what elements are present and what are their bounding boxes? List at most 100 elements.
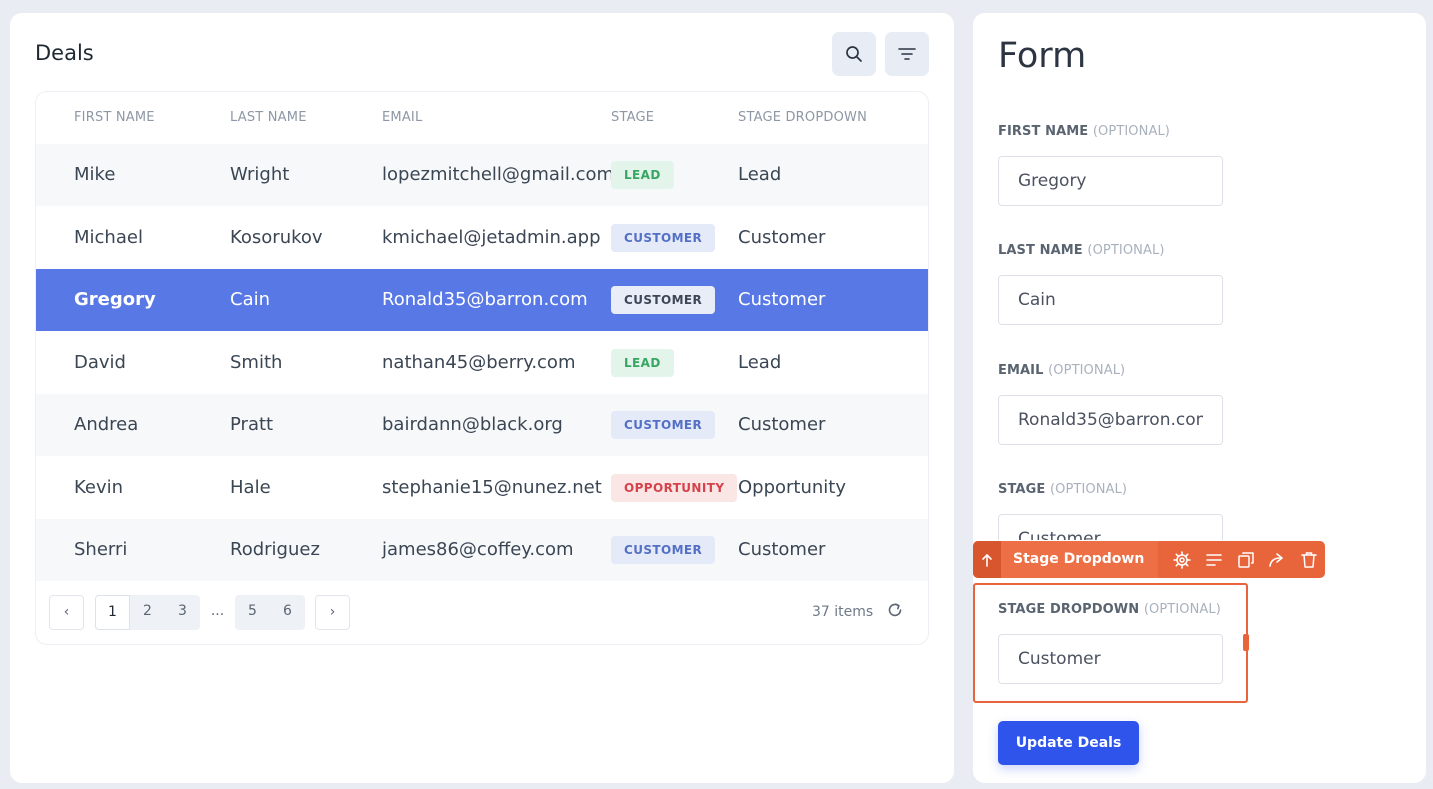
stage-input-wrapper	[998, 514, 1225, 540]
filter-icon	[898, 48, 916, 60]
page-ellipsis: ...	[210, 603, 225, 619]
table-row[interactable]: David Smith nathan45@berry.com Lead Lead	[36, 332, 928, 394]
first-name-cell: Kevin	[74, 476, 124, 498]
last-name-cell: Wright	[230, 164, 290, 185]
email-cell: stephanie15@nunez.net	[382, 476, 602, 498]
duplicate-icon	[1237, 551, 1254, 568]
table-row[interactable]: Gregory Cain Ronald35@barron.com Customer Cu…	[36, 269, 928, 331]
table-row[interactable]: Kevin Hale stephanie15@nunez.net Opportunit…	[36, 457, 928, 519]
resize-handle[interactable]	[1243, 634, 1249, 651]
last-name-cell: Hale	[230, 476, 271, 498]
column-header-email[interactable]: Email	[382, 110, 422, 125]
first-name-input[interactable]	[998, 156, 1223, 206]
page-button[interactable]: 5	[235, 595, 270, 630]
prev-page-button[interactable]: ‹	[49, 595, 84, 630]
deals-title: Deals	[35, 41, 94, 65]
element-toolbar: Stage Dropdown	[973, 541, 1325, 578]
column-header-stage-dropdown[interactable]: Stage Dropdown	[738, 110, 867, 125]
first-name-cell: Sherri	[74, 539, 128, 560]
arrow-up-icon	[982, 553, 992, 567]
page-button[interactable]: 6	[270, 595, 305, 630]
table-header: First name Last name Email Stage Stage D…	[36, 92, 928, 145]
email-input[interactable]	[998, 395, 1223, 445]
stage-dropdown-cell: Lead	[738, 164, 782, 185]
page-button[interactable]: 3	[165, 595, 200, 630]
last-name-input[interactable]	[998, 275, 1223, 325]
page-button[interactable]: 2	[130, 595, 165, 630]
gear-icon	[1173, 550, 1191, 569]
label-text: Stage Dropdown	[998, 602, 1140, 617]
table-row[interactable]: Andrea Pratt bairdann@black.org Customer Cus…	[36, 394, 928, 456]
align-button[interactable]	[1198, 541, 1230, 578]
last-name-cell: Cain	[230, 289, 271, 310]
move-button[interactable]	[1262, 541, 1294, 578]
column-header-stage[interactable]: Stage	[611, 110, 654, 125]
table-row[interactable]: Michael Kosorukov kmichael@jetadmin.app Cus…	[36, 207, 928, 269]
update-deals-button[interactable]: Update Deals	[998, 721, 1139, 765]
move-up-button[interactable]	[973, 541, 1001, 578]
optional-tag: (OPTIONAL)	[1087, 243, 1165, 258]
table-row[interactable]: Sherri Rodriguez james86@coffey.com Custome…	[36, 519, 928, 581]
last-name-cell: Pratt	[230, 414, 274, 435]
refresh-icon	[888, 603, 902, 617]
search-icon	[846, 46, 862, 62]
stage-dropdown-label: Stage Dropdown (OPTIONAL)	[998, 602, 1221, 617]
settings-button[interactable]	[1166, 541, 1198, 578]
label-text: Last name	[998, 243, 1083, 258]
email-cell: james86@coffey.com	[382, 539, 574, 560]
stage-dropdown-cell: Lead	[738, 351, 782, 373]
stage-dropdown-cell: Customer	[738, 539, 826, 560]
first-name-cell: Mike	[74, 164, 116, 185]
duplicate-button[interactable]	[1230, 541, 1262, 578]
stage-badge: Customer	[611, 411, 716, 439]
label-text: Email	[998, 363, 1044, 378]
refresh-button[interactable]	[886, 601, 904, 623]
deals-panel: Deals First name Last name Email Stage S…	[10, 13, 954, 783]
stage-dropdown-input[interactable]	[998, 634, 1223, 684]
stage-badge: Customer	[611, 286, 716, 314]
stage-badge: Customer	[611, 223, 716, 252]
email-label: Email (OPTIONAL)	[998, 363, 1125, 378]
first-name-cell: Gregory	[74, 289, 156, 310]
next-page-button[interactable]: ›	[315, 595, 350, 630]
label-text: Stage	[998, 482, 1046, 497]
stage-dropdown-cell: Opportunity	[738, 476, 847, 498]
email-cell: nathan45@berry.com	[382, 351, 576, 373]
trash-icon	[1301, 551, 1317, 568]
optional-tag: (OPTIONAL)	[1143, 602, 1221, 617]
items-count: 37 items	[812, 604, 874, 620]
stage-label: Stage (OPTIONAL)	[998, 482, 1127, 497]
email-cell: Ronald35@barron.com	[382, 289, 588, 310]
email-cell: bairdann@black.org	[382, 414, 563, 435]
deals-table: First name Last name Email Stage Stage D…	[35, 91, 929, 645]
align-left-icon	[1206, 553, 1222, 566]
last-name-label: Last name (OPTIONAL)	[998, 243, 1165, 258]
last-name-cell: Rodriguez	[230, 539, 320, 560]
form-panel: Form First name (OPTIONAL) Last name (OP…	[973, 13, 1426, 783]
optional-tag: (OPTIONAL)	[1049, 482, 1128, 497]
table-row[interactable]: Mike Wright lopezmitchell@gmail.com Lead Lea…	[36, 144, 928, 206]
email-cell: lopezmitchell@gmail.com	[382, 164, 615, 185]
stage-dropdown-cell: Customer	[738, 414, 826, 435]
optional-tag: (OPTIONAL)	[1092, 124, 1170, 139]
column-header-first-name[interactable]: First name	[74, 110, 155, 125]
page-button-current[interactable]: 1	[95, 595, 130, 630]
stage-input[interactable]	[998, 514, 1223, 540]
stage-badge: Lead	[611, 348, 674, 377]
email-cell: kmichael@jetadmin.app	[382, 226, 601, 248]
search-button[interactable]	[832, 32, 876, 76]
delete-button[interactable]	[1293, 541, 1325, 578]
stage-dropdown-cell: Customer	[738, 226, 826, 248]
optional-tag: (OPTIONAL)	[1048, 363, 1126, 378]
filter-button[interactable]	[885, 32, 929, 76]
column-header-last-name[interactable]: Last name	[230, 110, 307, 125]
stage-dropdown-cell: Customer	[738, 289, 826, 310]
stage-badge: Customer	[611, 536, 716, 564]
last-name-cell: Kosorukov	[230, 226, 323, 248]
share-arrow-icon	[1269, 552, 1284, 567]
first-name-cell: David	[74, 351, 126, 373]
last-name-cell: Smith	[230, 351, 283, 373]
toolbar-element-name[interactable]: Stage Dropdown	[1001, 541, 1159, 578]
form-title: Form	[998, 36, 1087, 76]
first-name-cell: Michael	[74, 226, 143, 248]
